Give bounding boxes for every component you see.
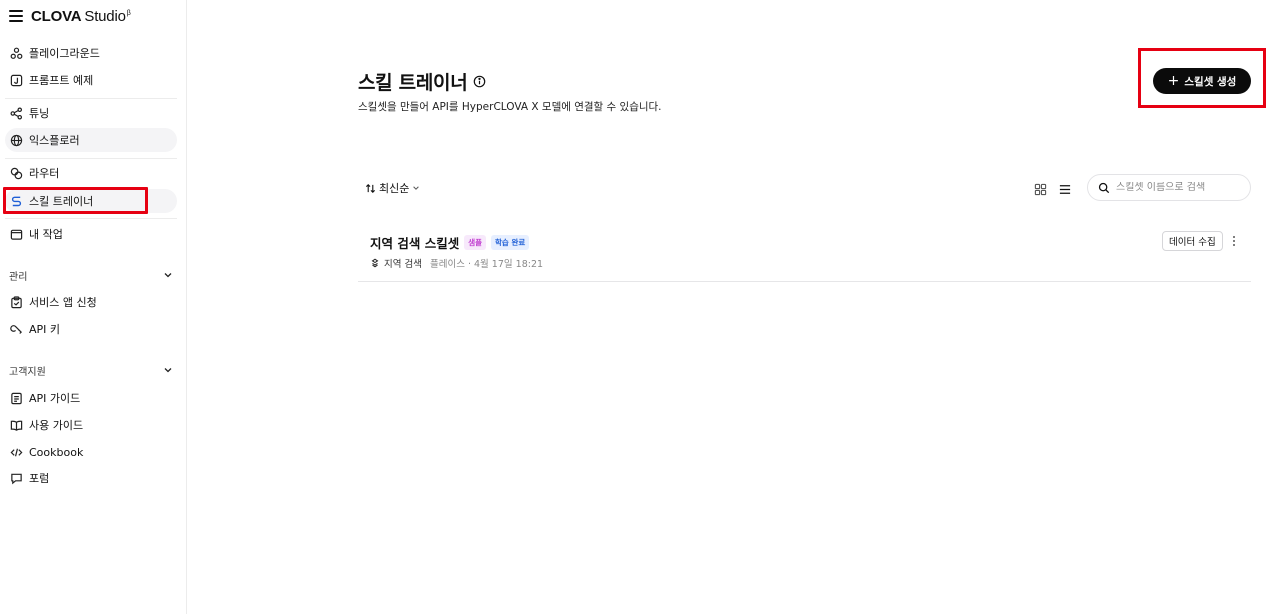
- sidebar-item-my-work[interactable]: 내 작업: [5, 222, 177, 246]
- plus-icon: +: [1167, 73, 1180, 89]
- sidebar-item-api-guide[interactable]: API 가이드: [5, 386, 177, 410]
- sidebar-item-playground[interactable]: 플레이그라운드: [5, 41, 177, 65]
- sidebar-item-label: 익스플로러: [29, 134, 80, 147]
- divider: [5, 158, 177, 159]
- skillset-meta: 지역 검색 플레이스 · 4월 17일 18:21: [370, 256, 543, 270]
- book-icon: [9, 418, 23, 432]
- sidebar-item-label: 프롬프트 예제: [29, 74, 94, 87]
- clipboard-icon: [9, 295, 23, 309]
- sort-dropdown[interactable]: 최신순: [365, 180, 420, 196]
- globe-icon: [9, 133, 23, 147]
- router-icon: [9, 166, 23, 180]
- document-icon: [9, 391, 23, 405]
- sidebar-item-explorer[interactable]: 익스플로러: [5, 128, 177, 152]
- grid-view-icon[interactable]: [1034, 181, 1048, 196]
- main-content: 스킬 트레이너 스킬셋을 만들어 API를 HyperCLOVA X 모델에 연…: [187, 0, 1280, 614]
- skill-name: 지역 검색: [384, 259, 422, 270]
- brand: CLOVA Studio β: [9, 6, 131, 26]
- sidebar-item-label: 서비스 앱 신청: [29, 296, 97, 309]
- page-title-text: 스킬 트레이너: [358, 72, 468, 94]
- data-collect-button[interactable]: 데이터 수집: [1162, 231, 1223, 251]
- chat-icon: [9, 471, 23, 485]
- sidebar-item-label: API 키: [29, 323, 61, 336]
- page-subtitle: 스킬셋을 만들어 API를 HyperCLOVA X 모델에 연결할 수 있습니…: [358, 101, 662, 113]
- key-icon: [9, 322, 23, 336]
- folder-icon: [9, 227, 23, 241]
- sidebar-item-label: 스킬 트레이너: [29, 195, 94, 208]
- table-row[interactable]: 지역 검색 스킬셋 샘플 학습 완료 지역 검색 플레이스 · 4월 17일 1…: [358, 226, 1251, 282]
- skill-icon: [370, 258, 380, 268]
- sort-arrows-icon: [365, 183, 376, 194]
- skillset-name-text: 지역 검색 스킬셋: [370, 236, 460, 251]
- divider: [5, 218, 177, 219]
- sidebar-item-tuning[interactable]: 튜닝: [5, 101, 177, 125]
- sidebar-item-prompt-examples[interactable]: 프롬프트 예제: [5, 68, 177, 92]
- sidebar-item-api-key[interactable]: API 키: [5, 317, 177, 341]
- status-badge: 학습 완료: [491, 235, 530, 250]
- hamburger-menu-icon[interactable]: [9, 10, 23, 22]
- sidebar-item-forum[interactable]: 포럼: [5, 466, 177, 490]
- chevron-down-icon: [164, 368, 172, 373]
- sidebar-item-label: 라우터: [29, 167, 60, 180]
- divider: [5, 98, 177, 99]
- chevron-down-icon: [412, 184, 420, 192]
- sidebar-item-router[interactable]: 라우터: [5, 161, 177, 185]
- sample-badge: 샘플: [464, 235, 487, 250]
- create-skillset-button[interactable]: + 스킬셋 생성: [1153, 68, 1251, 94]
- create-skillset-label: 스킬셋 생성: [1184, 75, 1237, 88]
- sidebar-item-label: 사용 가이드: [29, 419, 84, 432]
- list-view-icon[interactable]: [1058, 181, 1072, 195]
- sidebar-item-label: 튜닝: [29, 107, 50, 120]
- sidebar-item-cookbook[interactable]: Cookbook: [5, 440, 177, 464]
- page-title: 스킬 트레이너: [358, 68, 486, 95]
- sidebar: CLOVA Studio β 플레이그라운드 프롬프트 예제 튜닝 익스플로러 라우…: [0, 0, 187, 614]
- tuning-icon: [9, 106, 23, 120]
- clova-studio-logo[interactable]: CLOVA Studio β: [31, 8, 131, 25]
- sidebar-item-label: 플레이그라운드: [29, 47, 100, 60]
- skill-trainer-icon: [9, 194, 23, 208]
- sidebar-item-label: Cookbook: [29, 445, 84, 459]
- section-header-support[interactable]: 고객지원: [9, 361, 173, 379]
- sidebar-item-label: 포럼: [29, 472, 50, 485]
- sidebar-item-user-guide[interactable]: 사용 가이드: [5, 413, 177, 437]
- code-icon: [9, 445, 23, 459]
- search-icon: [1098, 182, 1110, 193]
- skill-meta-text: 플레이스 · 4월 17일 18:21: [429, 259, 544, 270]
- section-title: 관리: [9, 271, 28, 283]
- more-options-icon[interactable]: [1228, 234, 1240, 248]
- section-title: 고객지원: [9, 366, 46, 378]
- sidebar-item-skill-trainer[interactable]: 스킬 트레이너: [5, 189, 177, 213]
- playground-icon: [9, 46, 23, 60]
- prompt-example-icon: [9, 73, 23, 87]
- sidebar-item-service-app[interactable]: 서비스 앱 신청: [5, 290, 177, 314]
- sidebar-item-label: API 가이드: [29, 392, 81, 405]
- info-icon[interactable]: [473, 75, 486, 88]
- chevron-down-icon: [164, 273, 172, 278]
- skillset-name: 지역 검색 스킬셋 샘플 학습 완료: [370, 233, 530, 252]
- sort-label: 최신순: [379, 182, 410, 195]
- search-input[interactable]: [1116, 182, 1236, 193]
- sidebar-item-label: 내 작업: [29, 228, 63, 241]
- search-box[interactable]: [1087, 174, 1251, 201]
- section-header-management[interactable]: 관리: [9, 266, 173, 284]
